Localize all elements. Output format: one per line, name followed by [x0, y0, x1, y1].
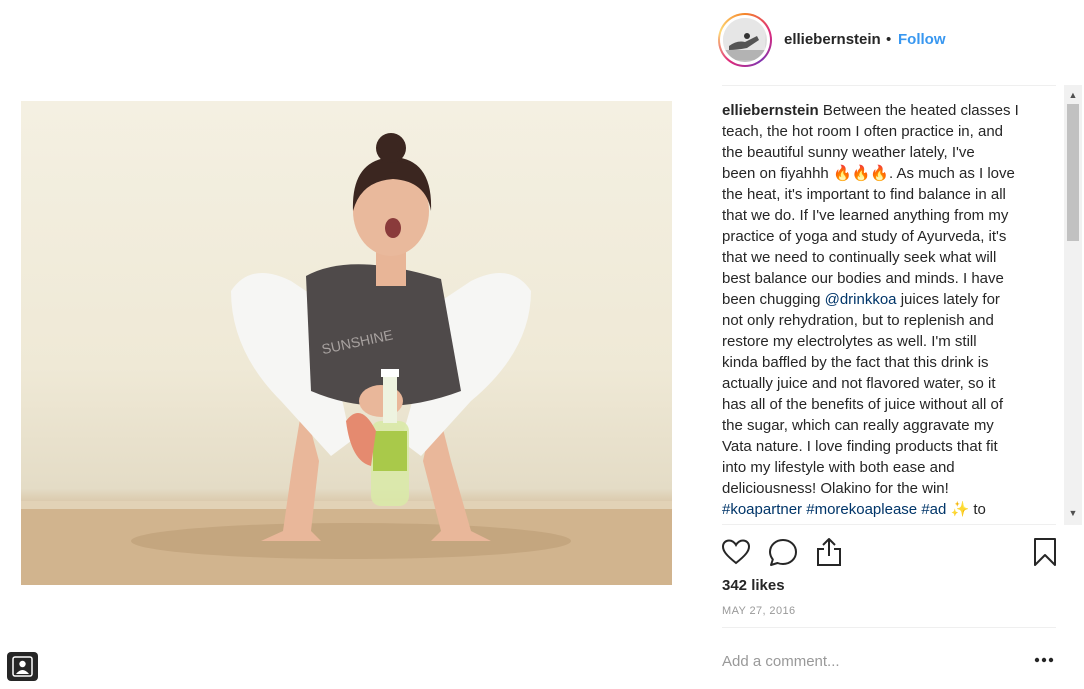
caption-text: the sugar, which can really aggravate my: [722, 417, 994, 434]
profile-badge-icon[interactable]: [7, 652, 38, 681]
post-date[interactable]: MAY 27, 2016: [722, 605, 796, 617]
comment-divider: [722, 627, 1056, 628]
comment-input[interactable]: [722, 649, 1012, 673]
caption-text: the beautiful sunny weather lately, I've: [722, 144, 975, 161]
speech-bubble-icon[interactable]: [767, 536, 799, 568]
caption-line: deliciousness! Olakino for the win!: [722, 478, 1040, 499]
caption-line: best balance our bodies and minds. I hav…: [722, 268, 1040, 289]
caption-line: has all of the benefits of juice without…: [722, 394, 1040, 415]
mention-link[interactable]: @drinkkoa: [825, 291, 897, 308]
caption-text: actually juice and not flavored water, s…: [722, 375, 996, 392]
caption-text: deliciousness! Olakino for the win!: [722, 480, 949, 497]
caption-line: Vata nature. I love finding products tha…: [722, 436, 1040, 457]
caption-text: into my lifestyle with both ease and: [722, 459, 955, 476]
like-count[interactable]: 342 likes: [722, 577, 785, 594]
caption-scroll-area[interactable]: elliebernstein Between the heated classe…: [722, 100, 1040, 524]
caption-line: been on fiyahhh 🔥🔥🔥. As much as I love: [722, 163, 1040, 184]
emoji: ✨: [950, 501, 970, 518]
header-divider: [722, 85, 1056, 86]
caption-username[interactable]: elliebernstein: [722, 102, 819, 119]
hashtag-link[interactable]: #morekoaplease: [806, 501, 917, 518]
caption-text: that we need to continually seek what wi…: [722, 249, 997, 266]
caption-line: actually juice and not flavored water, s…: [722, 373, 1040, 394]
caption-text: not only rehydration, but to replenish a…: [722, 312, 994, 329]
post-username[interactable]: elliebernstein: [784, 31, 881, 48]
caption-text: been on fiyahhh: [722, 165, 833, 182]
follow-button[interactable]: Follow: [898, 31, 946, 48]
caption-divider: [722, 524, 1056, 525]
caption-text: the heat, it's important to find balance…: [722, 186, 1006, 203]
caption-text: juices lately for: [896, 291, 1000, 308]
caption-text: to: [969, 501, 986, 518]
scrollbar-thumb[interactable]: [1067, 104, 1079, 241]
caption-text: Between the heated classes I: [818, 102, 1019, 119]
avatar-border: [720, 15, 770, 65]
scroll-up-arrow[interactable]: ▲: [1066, 89, 1080, 101]
caption-line: been chugging @drinkkoa juices lately fo…: [722, 289, 1040, 310]
caption-line: elliebernstein Between the heated classe…: [722, 100, 1040, 121]
hashtag-link[interactable]: #koapartner: [722, 501, 802, 518]
caption-text: best balance our bodies and minds. I hav…: [722, 270, 1004, 287]
header-separator: •: [886, 31, 892, 48]
scroll-down-arrow[interactable]: ▼: [1066, 507, 1080, 519]
bookmark-icon[interactable]: [1029, 536, 1061, 568]
ellipsis-icon[interactable]: [1032, 650, 1056, 670]
caption-line: restore my electrolytes as well. I'm sti…: [722, 331, 1040, 352]
caption-line: the heat, it's important to find balance…: [722, 184, 1040, 205]
caption-line: that we do. If I've learned anything fro…: [722, 205, 1040, 226]
caption-text: that we do. If I've learned anything fro…: [722, 207, 1009, 224]
caption-line: teach, the hot room I often practice in,…: [722, 121, 1040, 142]
caption-text: practice of yoga and study of Ayurveda, …: [722, 228, 1007, 245]
caption-text: been chugging: [722, 291, 825, 308]
heart-icon[interactable]: [720, 536, 752, 568]
caption-text: teach, the hot room I often practice in,…: [722, 123, 1004, 140]
caption-text: Vata nature. I love finding products tha…: [722, 438, 998, 455]
caption-line: the beautiful sunny weather lately, I've: [722, 142, 1040, 163]
emoji: 🔥🔥🔥: [832, 165, 889, 182]
caption-line: kinda baffled by the fact that this drin…: [722, 352, 1040, 373]
caption-line: the sugar, which can really aggravate my: [722, 415, 1040, 436]
caption-text: restore my electrolytes as well. I'm sti…: [722, 333, 977, 350]
caption-line: #koapartner #morekoaplease #ad ✨ to: [722, 499, 1040, 520]
avatar-thumbnail-icon: [723, 18, 765, 60]
post-photo: SUNSHINE: [21, 101, 672, 585]
caption-text: kinda baffled by the fact that this drin…: [722, 354, 989, 371]
caption-line: that we need to continually seek what wi…: [722, 247, 1040, 268]
share-icon[interactable]: [813, 536, 845, 568]
yoga-pose-illustration: SUNSHINE: [21, 133, 672, 585]
avatar-image: [723, 18, 767, 62]
caption-text: . As much as I love: [888, 165, 1015, 182]
caption-line: into my lifestyle with both ease and: [722, 457, 1040, 478]
hashtag-link[interactable]: #ad: [921, 501, 946, 518]
caption-line: not only rehydration, but to replenish a…: [722, 310, 1040, 331]
avatar[interactable]: [718, 13, 772, 67]
caption-line: practice of yoga and study of Ayurveda, …: [722, 226, 1040, 247]
caption-text: has all of the benefits of juice without…: [722, 396, 1004, 413]
